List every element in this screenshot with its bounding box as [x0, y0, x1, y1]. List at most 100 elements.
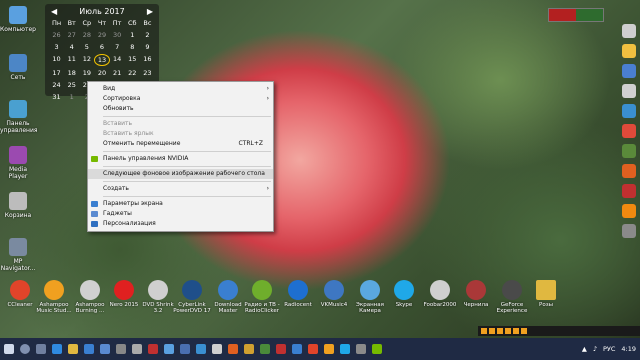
app-icon[interactable]: [180, 344, 190, 354]
menu-item-create[interactable]: Создать ›: [88, 184, 273, 194]
pause-icon[interactable]: [489, 328, 495, 334]
prev-icon[interactable]: [505, 328, 511, 334]
calendar-day[interactable]: 4: [64, 42, 79, 52]
calendar-day[interactable]: 22: [125, 68, 140, 78]
calendar-day[interactable]: 23: [140, 68, 155, 78]
calendar-day[interactable]: 15: [125, 54, 140, 64]
calendar-day-today[interactable]: 13: [94, 54, 110, 66]
play-icon[interactable]: [481, 328, 487, 334]
calendar-day[interactable]: 20: [94, 68, 109, 78]
app-icon[interactable]: [228, 344, 238, 354]
app-icon[interactable]: [324, 344, 334, 354]
app-radioclicker[interactable]: Радио и ТВ - RadioClicker: [242, 280, 282, 314]
calendar-day[interactable]: 10: [49, 54, 64, 64]
calendar-day[interactable]: 9: [140, 42, 155, 52]
app-icon[interactable]: [622, 84, 636, 98]
menu-item-refresh[interactable]: Обновить: [88, 104, 273, 114]
mail-icon[interactable]: [100, 344, 110, 354]
next-month-icon[interactable]: ▶: [147, 7, 153, 16]
menu-item-personalize[interactable]: Персонализация: [88, 219, 273, 229]
app-icon[interactable]: [622, 144, 636, 158]
calendar-day[interactable]: 26: [49, 30, 64, 40]
app-icon[interactable]: [276, 344, 286, 354]
menu-item-paste-shortcut[interactable]: Вставить ярлык: [88, 129, 273, 139]
app-radiocent[interactable]: Radiocent: [278, 280, 318, 308]
stop-icon[interactable]: [497, 328, 503, 334]
next-icon[interactable]: [513, 328, 519, 334]
app-icon[interactable]: [622, 184, 636, 198]
app-skype[interactable]: Skype: [384, 280, 424, 308]
app-icon[interactable]: [308, 344, 318, 354]
app-icon[interactable]: [622, 164, 636, 178]
app-icon[interactable]: [148, 344, 158, 354]
prev-month-icon[interactable]: ◀: [51, 7, 57, 16]
calendar-day[interactable]: 5: [79, 42, 94, 52]
calendar-day[interactable]: 2: [140, 30, 155, 40]
store-icon[interactable]: [84, 344, 94, 354]
calendar-day[interactable]: 11: [64, 54, 79, 64]
app-icon[interactable]: [212, 344, 222, 354]
calendar-day[interactable]: 31: [49, 92, 64, 102]
desktop-icon-computer[interactable]: Компьютер: [0, 6, 36, 33]
desktop-icon-recycle-bin[interactable]: Корзина: [0, 192, 36, 219]
app-powerdvd[interactable]: CyberLink PowerDVD 17: [172, 280, 212, 314]
calendar-day[interactable]: 29: [94, 30, 109, 40]
power-gadget[interactable]: [548, 8, 604, 22]
desktop-icon-control-panel[interactable]: Панель управления: [0, 100, 37, 134]
menu-item-next-wallpaper[interactable]: Следующее фоновое изображение рабочего с…: [88, 169, 273, 179]
calendar-day[interactable]: 21: [110, 68, 125, 78]
calendar-day[interactable]: 12: [79, 54, 94, 64]
calendar-day[interactable]: 25: [64, 80, 79, 90]
app-vkmusic[interactable]: VKMusic4: [314, 280, 354, 308]
calendar-day[interactable]: 6: [94, 42, 109, 52]
network-tray-icon[interactable]: ▲: [582, 345, 587, 353]
language-indicator[interactable]: РУС: [603, 345, 615, 353]
explorer-icon[interactable]: [68, 344, 78, 354]
calendar-day[interactable]: 14: [110, 54, 125, 64]
app-icon[interactable]: [164, 344, 174, 354]
vlc-icon[interactable]: [622, 204, 636, 218]
edge-icon[interactable]: [52, 344, 62, 354]
volume-icon[interactable]: [521, 328, 527, 334]
calendar-day[interactable]: 30: [110, 30, 125, 40]
app-roses-folder[interactable]: Розы: [526, 280, 566, 308]
app-ashampoo-music[interactable]: Ashampoo Music Stud...: [34, 280, 74, 314]
calendar-day[interactable]: 3: [49, 42, 64, 52]
task-view-icon[interactable]: [36, 344, 46, 354]
calendar-day[interactable]: 24: [49, 80, 64, 90]
app-icon[interactable]: [622, 44, 636, 58]
chrome-icon[interactable]: [622, 124, 636, 138]
app-icon[interactable]: [622, 24, 636, 38]
calendar-day[interactable]: 1: [64, 92, 79, 102]
power-on-icon[interactable]: [576, 9, 603, 21]
desktop-icon-mp-navigator[interactable]: MP Navigator...: [0, 238, 36, 272]
media-player-bar[interactable]: [478, 326, 640, 336]
app-icon[interactable]: [340, 344, 350, 354]
search-icon[interactable]: [20, 344, 30, 354]
calendar-day[interactable]: 19: [79, 68, 94, 78]
calendar-day[interactable]: 16: [140, 54, 155, 64]
app-icon[interactable]: [196, 344, 206, 354]
app-icon[interactable]: [622, 224, 636, 238]
app-ink[interactable]: Чернила: [456, 280, 496, 308]
desktop-icon-media-player[interactable]: Media Player: [0, 146, 36, 180]
calendar-day[interactable]: 28: [79, 30, 94, 40]
menu-item-nvidia[interactable]: Панель управления NVIDIA: [88, 154, 273, 164]
menu-item-view[interactable]: Вид ›: [88, 84, 273, 94]
app-icon[interactable]: [244, 344, 254, 354]
calendar-day[interactable]: 8: [125, 42, 140, 52]
power-off-icon[interactable]: [549, 9, 576, 21]
app-icon[interactable]: [356, 344, 366, 354]
calendar-day[interactable]: 17: [49, 68, 64, 78]
app-foobar[interactable]: Foobar2000: [420, 280, 460, 308]
menu-item-paste[interactable]: Вставить: [88, 119, 273, 129]
menu-item-display-settings[interactable]: Параметры экрана: [88, 199, 273, 209]
app-icon[interactable]: [622, 64, 636, 78]
volume-tray-icon[interactable]: ♪: [593, 345, 597, 353]
app-icon[interactable]: [260, 344, 270, 354]
app-icon[interactable]: [622, 104, 636, 118]
menu-item-sort[interactable]: Сортировка ›: [88, 94, 273, 104]
app-icon[interactable]: [116, 344, 126, 354]
desktop-icon-network[interactable]: Сеть: [0, 54, 36, 81]
calendar-day[interactable]: 18: [64, 68, 79, 78]
